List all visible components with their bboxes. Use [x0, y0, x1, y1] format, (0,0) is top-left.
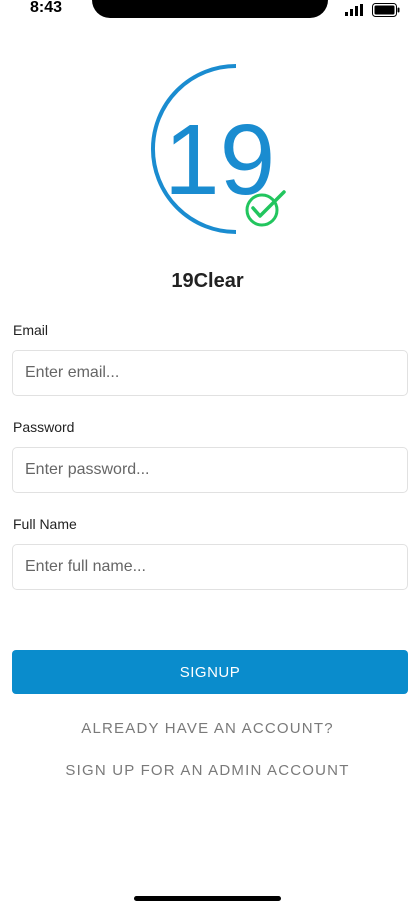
- app-name: 19Clear: [171, 270, 244, 292]
- email-field[interactable]: [12, 350, 408, 396]
- battery-icon: [372, 3, 400, 17]
- check-circle-icon: [245, 190, 286, 227]
- full-name-field[interactable]: [12, 544, 408, 590]
- signup-button[interactable]: SIGNUP: [12, 650, 408, 694]
- signal-bars-icon: [345, 4, 363, 16]
- home-indicator: [134, 896, 281, 901]
- device-notch: [92, 0, 328, 18]
- full-name-label: Full Name: [13, 516, 77, 532]
- status-bar: 8:43: [0, 0, 415, 22]
- email-label: Email: [13, 322, 49, 338]
- password-field[interactable]: [12, 447, 408, 493]
- admin-signup-link[interactable]: SIGN UP FOR AN ADMIN ACCOUNT: [0, 762, 415, 779]
- app-logo: 19: [151, 64, 286, 234]
- status-time: 8:43: [30, 0, 63, 16]
- already-have-account-link[interactable]: ALREADY HAVE AN ACCOUNT?: [0, 720, 415, 737]
- password-label: Password: [13, 419, 75, 435]
